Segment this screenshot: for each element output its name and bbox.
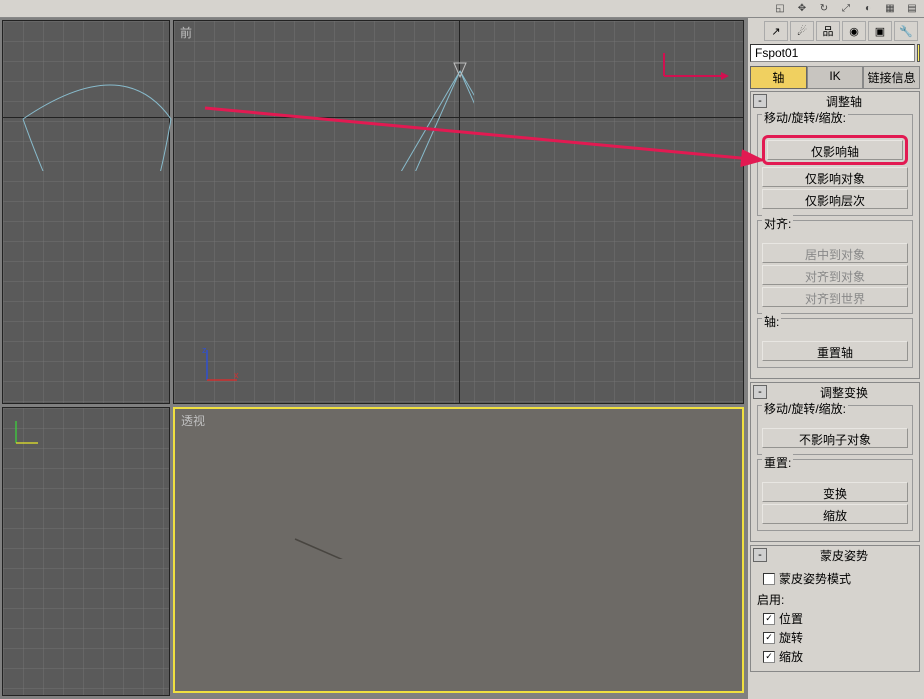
rollout-title: 调整轴 — [771, 93, 917, 110]
tool-misc3-icon[interactable]: ▤ — [902, 1, 922, 16]
enable-label: 启用: — [757, 591, 913, 608]
annotation-highlight: 仅影响轴 — [762, 135, 908, 165]
tab-link-info[interactable]: 链接信息 — [863, 66, 920, 89]
tool-scale-icon[interactable]: ⤢ — [836, 1, 856, 16]
rollout-adjust-pivot: - 调整轴 移动/旋转/缩放: 仅影响轴 仅影响对象 仅影响层次 对齐: 居中到… — [750, 91, 920, 379]
dont-affect-children-button[interactable]: 不影响子对象 — [762, 428, 908, 448]
viewport-bottom-left[interactable] — [2, 407, 170, 696]
collapse-toggle[interactable]: - — [753, 548, 767, 562]
checkbox-label: 位置 — [779, 610, 803, 627]
top-toolbar: ◱ ✥ ↻ ⤢ ◐ ▦ ▤ — [0, 0, 924, 18]
hierarchy-tabs: 轴 IK 链接信息 — [750, 66, 920, 89]
tool-rotate-icon[interactable]: ↻ — [814, 1, 834, 16]
display-panel-icon[interactable]: ▣ — [868, 21, 892, 41]
skin-pose-mode-checkbox[interactable] — [763, 573, 775, 585]
object-color-swatch[interactable] — [917, 44, 920, 62]
affect-pivot-only-button[interactable]: 仅影响轴 — [767, 140, 903, 160]
modify-panel-icon[interactable]: ☄ — [790, 21, 814, 41]
enable-position-checkbox[interactable]: ✓ — [763, 613, 775, 625]
svg-text:z: z — [202, 345, 207, 355]
viewport-top-right[interactable]: 前 x z — [173, 20, 744, 404]
tool-select-icon[interactable]: ◱ — [770, 1, 790, 16]
group-label: 轴: — [762, 313, 781, 330]
command-panel: ↗ ☄ 品 ◉ ▣ 🔧 轴 IK 链接信息 - 调整轴 移动/旋转/缩放: — [748, 18, 924, 699]
tool-misc2-icon[interactable]: ▦ — [880, 1, 900, 16]
group-label: 重置: — [762, 454, 793, 471]
create-panel-icon[interactable]: ↗ — [764, 21, 788, 41]
checkbox-label: 旋转 — [779, 629, 803, 646]
align-to-object-button[interactable]: 对齐到对象 — [762, 265, 908, 285]
tab-pivot[interactable]: 轴 — [750, 66, 807, 89]
perspective-content — [175, 409, 475, 559]
enable-rotation-checkbox[interactable]: ✓ — [763, 632, 775, 644]
coordinate-gizmo-icon — [659, 51, 729, 101]
reset-transform-button[interactable]: 变换 — [762, 482, 908, 502]
align-to-world-button[interactable]: 对齐到世界 — [762, 287, 908, 307]
rollout-adjust-transform: - 调整变换 移动/旋转/缩放: 不影响子对象 重置: 变换 缩放 — [750, 382, 920, 542]
tool-move-icon[interactable]: ✥ — [792, 1, 812, 16]
collapse-toggle[interactable]: - — [753, 385, 767, 399]
axis-gizmo-icon — [11, 418, 41, 448]
checkbox-label: 蒙皮姿势模式 — [779, 570, 851, 587]
reset-scale-button[interactable]: 缩放 — [762, 504, 908, 524]
reset-axis-button[interactable]: 重置轴 — [762, 341, 908, 361]
enable-scale-checkbox[interactable]: ✓ — [763, 651, 775, 663]
axis-gizmo-icon: x z — [202, 345, 242, 385]
affect-hierarchy-only-button[interactable]: 仅影响层次 — [762, 189, 908, 209]
tool-misc1-icon[interactable]: ◐ — [858, 1, 878, 16]
viewport-perspective[interactable]: 透视 — [173, 407, 744, 693]
motion-panel-icon[interactable]: ◉ — [842, 21, 866, 41]
spotlight-cone — [174, 21, 474, 171]
affect-object-only-button[interactable]: 仅影响对象 — [762, 167, 908, 187]
utilities-panel-icon[interactable]: 🔧 — [894, 21, 918, 41]
center-to-object-button[interactable]: 居中到对象 — [762, 243, 908, 263]
object-name-input[interactable] — [750, 44, 915, 62]
viewport-top-left[interactable] — [2, 20, 170, 404]
rollout-skin-pose: - 蒙皮姿势 蒙皮姿势模式 启用: ✓ 位置 ✓ 旋转 ✓ — [750, 545, 920, 672]
rollout-title: 调整变换 — [771, 384, 917, 401]
panel-category-tabs: ↗ ☄ 品 ◉ ▣ 🔧 — [750, 20, 920, 42]
checkbox-label: 缩放 — [779, 648, 803, 665]
grid — [3, 408, 169, 695]
svg-text:x: x — [234, 370, 239, 380]
group-label: 移动/旋转/缩放: — [762, 400, 848, 417]
group-label: 对齐: — [762, 215, 793, 232]
tab-ik[interactable]: IK — [807, 66, 864, 89]
rollout-title: 蒙皮姿势 — [771, 547, 917, 564]
group-label: 移动/旋转/缩放: — [762, 109, 848, 126]
viewport-area: 前 x z — [0, 18, 748, 699]
hierarchy-panel-icon[interactable]: 品 — [816, 21, 840, 41]
collapse-toggle[interactable]: - — [753, 94, 767, 108]
